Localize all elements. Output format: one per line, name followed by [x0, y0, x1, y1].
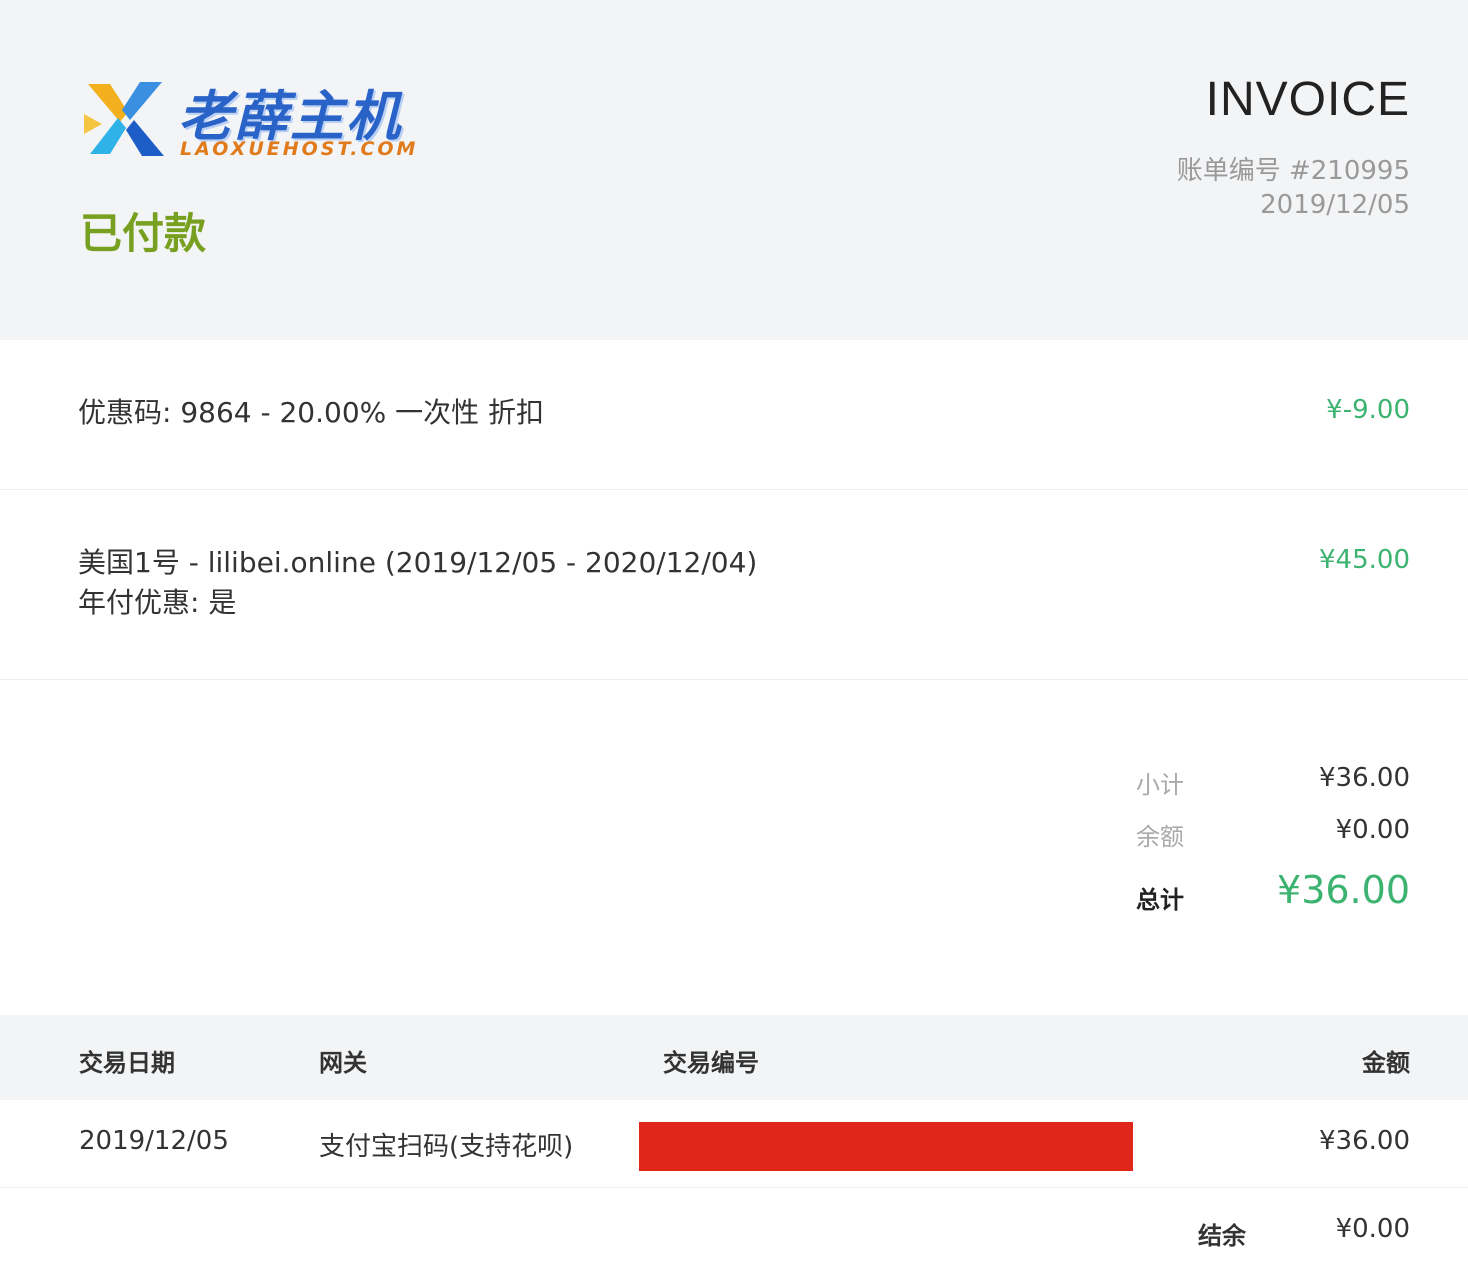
column-header-amount: 金额 — [1362, 1049, 1410, 1077]
transactions-header: 交易日期 网关 交易编号 金额 — [0, 1015, 1468, 1100]
table-row: 2019/12/05 支付宝扫码(支持花呗) ¥36.00 — [0, 1100, 1468, 1188]
logo-x-icon — [84, 82, 164, 156]
invoice-number: 账单编号 #210995 — [1176, 156, 1410, 186]
company-logo[interactable]: 老薛主机 LAOXUEHOST.COM — [80, 72, 430, 167]
credit-label: 余额 — [1136, 823, 1184, 851]
balance-label: 结余 — [1198, 1222, 1246, 1250]
invoice-header: 老薛主机 LAOXUEHOST.COM 已付款 INVOICE 账单编号 #21… — [0, 0, 1468, 340]
total-value: ¥36.00 — [1277, 868, 1410, 912]
line-item-amount: ¥-9.00 — [1326, 395, 1410, 425]
subtotal-label: 小计 — [1136, 771, 1184, 799]
line-item-amount: ¥45.00 — [1319, 545, 1410, 575]
invoice-meta: 账单编号 #210995 2019/12/05 — [1177, 154, 1410, 222]
logo-english-text: LAOXUEHOST.COM — [180, 138, 419, 160]
line-item: 优惠码: 9864 - 20.00% 一次性 折扣 ¥-9.00 — [0, 340, 1468, 490]
column-header-gateway: 网关 — [319, 1049, 367, 1077]
line-item: 美国1号 - lilibei.online (2019/12/05 - 2020… — [0, 490, 1468, 680]
line-item-description: 优惠码: 9864 - 20.00% 一次性 折扣 — [78, 396, 545, 429]
column-header-date: 交易日期 — [79, 1049, 175, 1077]
invoice-date: 2019/12/05 — [1260, 190, 1410, 220]
balance-value: ¥0.00 — [1335, 1214, 1410, 1244]
transaction-date: 2019/12/05 — [79, 1126, 229, 1156]
credit-value: ¥0.00 — [1335, 815, 1410, 845]
line-item-description: 美国1号 - lilibei.online (2019/12/05 - 2020… — [78, 546, 758, 619]
subtotal-value: ¥36.00 — [1319, 763, 1410, 793]
transaction-gateway: 支付宝扫码(支持花呗) — [319, 1132, 574, 1162]
transaction-amount: ¥36.00 — [1319, 1126, 1410, 1156]
column-header-txid: 交易编号 — [663, 1049, 759, 1077]
invoice-title: INVOICE — [1205, 73, 1410, 126]
total-label: 总计 — [1136, 886, 1184, 914]
redacted-transaction-id — [639, 1122, 1133, 1171]
payment-status: 已付款 — [80, 209, 207, 258]
